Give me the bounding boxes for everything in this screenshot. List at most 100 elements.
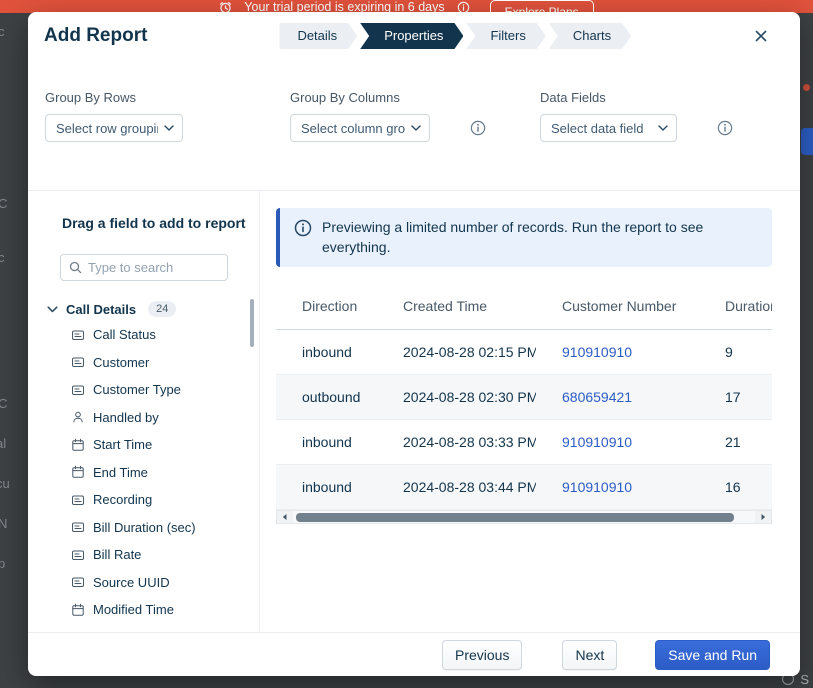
- cell-direction: outbound: [276, 374, 377, 419]
- preview-info-alert: Previewing a limited number of records. …: [276, 208, 772, 267]
- chevron-down-icon: [658, 125, 668, 131]
- group-by-columns-section: Group By Columns Select column grou...: [290, 90, 486, 142]
- bg-fragment: N: [0, 516, 7, 531]
- cell-direction: inbound: [276, 464, 377, 509]
- group-by-rows-section: Group By Rows Select row grouping...: [45, 90, 183, 142]
- chevron-down-icon: [411, 125, 421, 131]
- cell-customer-number: 910910910: [536, 419, 699, 464]
- scroll-left-button[interactable]: [277, 511, 293, 523]
- field-item-handled-by[interactable]: Handled by: [28, 404, 259, 432]
- text-field-icon: [71, 383, 85, 397]
- cell-duration: 17: [699, 374, 772, 419]
- text-field-icon: [71, 493, 85, 507]
- text-field-icon: [71, 520, 85, 534]
- table-row: inbound 2024-08-28 02:15 PM 910910910 9: [276, 329, 772, 374]
- call-details-group-header[interactable]: Call Details 24: [28, 299, 259, 319]
- field-search: [60, 254, 228, 281]
- field-item-source-uuid[interactable]: Source UUID: [28, 569, 259, 597]
- preview-table: Direction Created Time Customer Number D…: [276, 284, 772, 510]
- step-properties[interactable]: Properties: [360, 23, 463, 49]
- group-by-rows-label: Group By Rows: [45, 90, 183, 105]
- column-header-duration: Duration (sec): [699, 284, 772, 329]
- row-grouping-select[interactable]: Select row grouping...: [45, 114, 183, 142]
- field-item-bill-duration[interactable]: Bill Duration (sec): [28, 514, 259, 542]
- cell-duration: 9: [699, 329, 772, 374]
- cell-customer-number: 910910910: [536, 464, 699, 509]
- search-input[interactable]: [88, 260, 219, 275]
- cell-direction: inbound: [276, 329, 377, 374]
- cell-duration: 16: [699, 464, 772, 509]
- data-fields-label: Data Fields: [540, 90, 733, 105]
- table-row: outbound 2024-08-28 02:30 PM 680659421 1…: [276, 374, 772, 419]
- cell-created-time: 2024-08-28 02:30 PM: [377, 374, 536, 419]
- cell-duration: 21: [699, 419, 772, 464]
- bg-fragment: C: [0, 196, 7, 211]
- bg-fragment: C: [0, 396, 7, 411]
- group-label: Call Details: [66, 302, 136, 317]
- modal-content: Drag a field to add to report Call Detai…: [28, 190, 800, 632]
- save-and-run-button[interactable]: Save and Run: [655, 640, 770, 670]
- field-item-end-time[interactable]: End Time: [28, 459, 259, 487]
- data-field-select[interactable]: Select data field: [540, 114, 677, 142]
- chevron-down-icon: [47, 306, 58, 313]
- calendar-icon: [71, 438, 85, 452]
- cell-direction: inbound: [276, 419, 377, 464]
- table-header-row: Direction Created Time Customer Number D…: [276, 284, 772, 329]
- info-icon[interactable]: [470, 120, 486, 136]
- field-item-modified-time[interactable]: Modified Time: [28, 596, 259, 624]
- step-charts[interactable]: Charts: [549, 23, 631, 49]
- text-field-icon: [71, 575, 85, 589]
- cell-created-time: 2024-08-28 02:15 PM: [377, 329, 536, 374]
- info-icon: [294, 219, 312, 237]
- search-icon: [69, 261, 82, 274]
- field-item-start-time[interactable]: Start Time: [28, 431, 259, 459]
- bg-fragment: al: [0, 436, 6, 451]
- preview-table-container: Direction Created Time Customer Number D…: [276, 284, 772, 510]
- user-icon: [71, 410, 85, 424]
- customer-number-link[interactable]: 680659421: [562, 389, 632, 405]
- step-details[interactable]: Details: [279, 23, 357, 49]
- field-item-recording[interactable]: Recording: [28, 486, 259, 514]
- table-row: inbound 2024-08-28 03:33 PM 910910910 21: [276, 419, 772, 464]
- field-item-bill-rate[interactable]: Bill Rate: [28, 541, 259, 569]
- previous-button[interactable]: Previous: [442, 640, 522, 670]
- next-button[interactable]: Next: [562, 640, 617, 670]
- step-filters[interactable]: Filters: [466, 23, 545, 49]
- alert-text: Previewing a limited number of records. …: [322, 218, 758, 257]
- info-icon[interactable]: [717, 120, 733, 136]
- field-item-customer[interactable]: Customer: [28, 349, 259, 377]
- customer-number-link[interactable]: 910910910: [562, 479, 632, 495]
- screen: c C c C al cu N p S Your trial period is…: [0, 0, 813, 688]
- column-grouping-select[interactable]: Select column grou...: [290, 114, 430, 142]
- bg-notification-dot: [803, 84, 810, 91]
- column-header-direction: Direction: [276, 284, 377, 329]
- group-by-columns-label: Group By Columns: [290, 90, 486, 105]
- field-count-badge: 24: [148, 301, 176, 317]
- close-button[interactable]: [748, 23, 774, 49]
- customer-number-link[interactable]: 910910910: [562, 434, 632, 450]
- scrollbar-track[interactable]: [293, 511, 755, 523]
- field-tree: Call Details 24 Call Status Customer: [28, 299, 259, 624]
- field-panel: Drag a field to add to report Call Detai…: [28, 191, 260, 632]
- field-list: Call Status Customer Customer Type: [28, 321, 259, 624]
- cell-created-time: 2024-08-28 03:44 PM: [377, 464, 536, 509]
- horizontal-scrollbar: [276, 510, 772, 524]
- chevron-down-icon: [164, 125, 174, 131]
- bg-fragment: c: [0, 24, 5, 39]
- scrollbar-thumb[interactable]: [296, 513, 734, 522]
- bg-button-fragment: [801, 128, 813, 155]
- bg-fragment: c: [0, 250, 5, 265]
- field-list-scrollbar[interactable]: [250, 299, 254, 347]
- field-item-call-status[interactable]: Call Status: [28, 321, 259, 349]
- text-field-icon: [71, 355, 85, 369]
- bg-fragment: cu: [0, 476, 10, 491]
- column-header-created-time: Created Time: [377, 284, 536, 329]
- modal-title: Add Report: [44, 23, 147, 49]
- field-item-customer-type[interactable]: Customer Type: [28, 376, 259, 404]
- cell-customer-number: 910910910: [536, 329, 699, 374]
- bg-fragment: S: [800, 672, 809, 687]
- text-field-icon: [71, 328, 85, 342]
- customer-number-link[interactable]: 910910910: [562, 344, 632, 360]
- add-report-modal: Add Report Details Properties Filters Ch…: [28, 12, 800, 676]
- scroll-right-button[interactable]: [755, 511, 771, 523]
